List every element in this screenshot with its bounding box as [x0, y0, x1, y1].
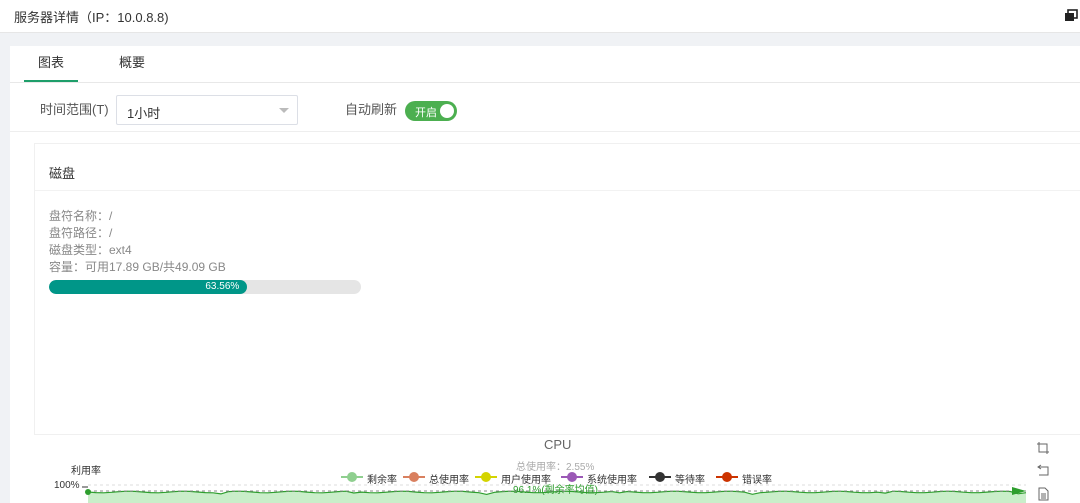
- auto-refresh-toggle[interactable]: 开启: [405, 101, 457, 121]
- toggle-knob: [440, 104, 454, 118]
- data-view-icon[interactable]: [1036, 487, 1050, 501]
- tab-chart[interactable]: 图表: [24, 46, 78, 82]
- time-range-value: 1小时: [127, 106, 161, 121]
- window-restore-icon[interactable]: [1064, 9, 1078, 23]
- title-bar: 服务器详情（IP：10.0.8.8): [0, 0, 1080, 33]
- drive-path: 盘符路径：/: [49, 226, 113, 240]
- chevron-down-icon: [279, 108, 289, 113]
- disk-capacity: 容量：可用17.89 GB/共49.09 GB: [49, 260, 226, 274]
- drive-name: 盘符名称：/: [49, 209, 113, 223]
- mean-annotation: 96.1%(剩余率均值): [513, 483, 598, 496]
- content-card: 图表 概要 时间范围(T) 1小时 自动刷新 开启 磁盘 盘符名称：/ 盘符路径…: [10, 46, 1080, 503]
- tab-overview[interactable]: 概要: [110, 46, 154, 80]
- filter-toolbar: 时间范围(T) 1小时 自动刷新 开启: [10, 83, 1080, 132]
- disk-usage-fill: 63.56%: [49, 280, 248, 294]
- series-start-point: [85, 489, 91, 495]
- cpu-plot: 96.1%(剩余率均值): [82, 483, 1027, 503]
- disk-usage-bar: 63.56%: [49, 280, 361, 294]
- cpu-chart: CPU 总使用率：2.55% 利用率 100% 剩余率 总使用率 用户使用率 系统使用…: [10, 433, 1080, 503]
- disk-panel-title: 磁盘: [49, 166, 76, 181]
- disk-usage-percent: 63.56%: [205, 281, 240, 292]
- time-range-select[interactable]: 1小时: [116, 95, 298, 125]
- restore-icon[interactable]: [1036, 441, 1050, 455]
- auto-refresh-label: 自动刷新: [345, 102, 398, 117]
- disk-type: 磁盘类型：ext4: [49, 243, 132, 257]
- zoom-back-icon[interactable]: [1036, 463, 1050, 477]
- time-range-label: 时间范围(T): [40, 102, 109, 117]
- divider: [35, 190, 1080, 191]
- tab-bar: 图表 概要: [10, 46, 1080, 83]
- disk-panel: 磁盘 盘符名称：/ 盘符路径：/ 磁盘类型：ext4 容量：可用17.89 GB…: [34, 143, 1080, 435]
- toggle-text: 开启: [415, 107, 437, 119]
- window-title: 服务器详情（IP：10.0.8.8): [14, 10, 169, 25]
